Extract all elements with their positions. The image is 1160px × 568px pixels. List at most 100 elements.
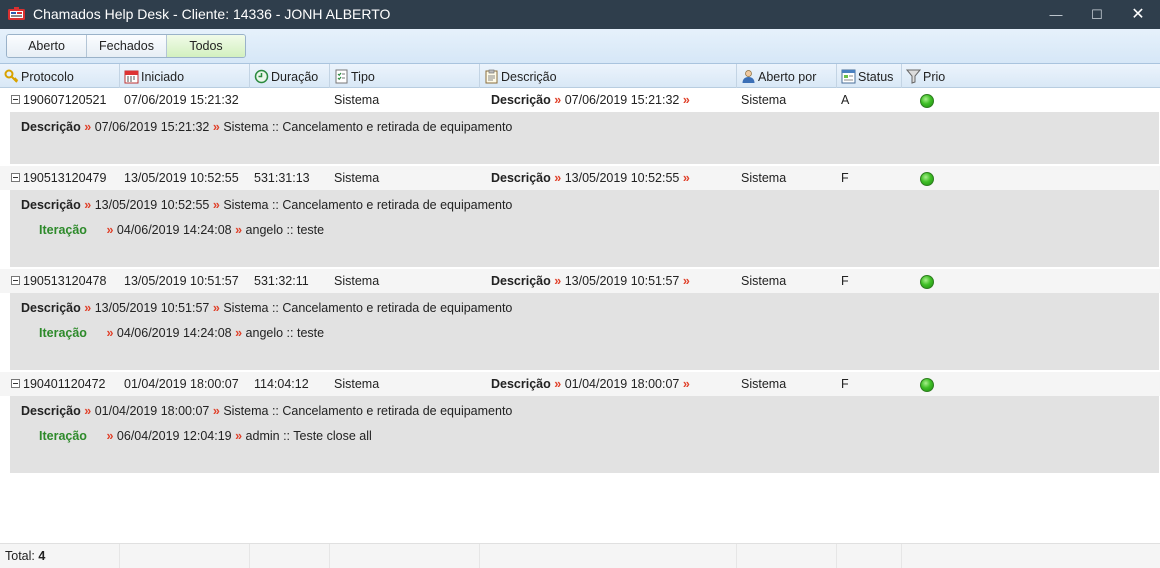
- detail-date: 13/05/2019 10:51:57: [94, 301, 210, 315]
- prio-cell: [902, 269, 962, 293]
- duracao-cell: 531:31:13: [254, 171, 310, 185]
- arrow-glyph: »: [84, 120, 92, 134]
- collapse-toggle-icon[interactable]: [11, 95, 20, 104]
- arrow-glyph: »: [212, 404, 220, 418]
- arrow-glyph: »: [106, 223, 114, 237]
- descricao-label: Descrição: [491, 171, 551, 185]
- arrow-glyph: »: [682, 274, 690, 288]
- filter-todos-button[interactable]: Todos: [167, 35, 245, 57]
- calendar-icon: [124, 70, 139, 84]
- filter-toolbar: Aberto Fechados Todos: [0, 29, 1160, 64]
- column-status-label: Status: [858, 70, 894, 84]
- footer-cell: Total: 4: [0, 544, 120, 568]
- iteracao-label: Iteração: [39, 429, 87, 443]
- protocolo-value: 190401120472: [23, 377, 106, 391]
- maximize-button[interactable]: ☐: [1077, 0, 1117, 29]
- iteracao-text: admin :: Teste close all: [245, 429, 372, 443]
- detail-text: Sistema :: Cancelamento e retirada de eq…: [223, 404, 513, 418]
- descricao-date: 13/05/2019 10:52:55: [564, 171, 680, 185]
- aberto-por-cell: Sistema: [741, 93, 787, 107]
- column-aberto-por[interactable]: Aberto por: [737, 64, 837, 88]
- aberto-por-cell: Sistema: [741, 377, 787, 391]
- total-value: 4: [38, 549, 46, 563]
- ticket-row[interactable]: 190513120478 13/05/2019 10:51:57 531:32:…: [0, 269, 1160, 293]
- clock-arrow-icon: [254, 69, 269, 84]
- ticket-row[interactable]: 190607120521 07/06/2019 15:21:32 Sistema…: [0, 88, 1160, 112]
- column-descricao[interactable]: Descrição: [480, 64, 737, 88]
- arrow-glyph: »: [84, 404, 92, 418]
- detail-label: Descrição: [21, 301, 81, 315]
- title-bar: Chamados Help Desk - Cliente: 14336 - JO…: [0, 0, 1160, 29]
- iteracao-date: 04/06/2019 14:24:08: [116, 223, 232, 237]
- column-descricao-label: Descrição: [501, 70, 557, 84]
- detail-descricao-line: Descrição » 01/04/2019 18:00:07 » Sistem…: [21, 404, 512, 418]
- minimize-button[interactable]: —: [1036, 0, 1076, 29]
- footer-cell: [250, 544, 330, 568]
- filter-aberto-button[interactable]: Aberto: [7, 35, 87, 57]
- priority-dot-icon: [920, 94, 934, 108]
- protocolo-value: 190513120479: [23, 171, 107, 185]
- aberto-por-cell: Sistema: [741, 171, 787, 185]
- detail-text: Sistema :: Cancelamento e retirada de eq…: [223, 301, 513, 315]
- arrow-glyph: »: [106, 326, 114, 340]
- detail-label: Descrição: [21, 120, 81, 134]
- arrow-glyph: »: [554, 274, 562, 288]
- collapse-toggle-icon[interactable]: [11, 173, 20, 182]
- protocolo-cell: 190401120472: [11, 372, 106, 396]
- column-duracao[interactable]: Duração: [250, 64, 330, 88]
- grid-header: Protocolo Iniciado Duração Tipo Descriçã…: [0, 64, 1160, 88]
- descricao-cell: Descrição » 07/06/2019 15:21:32 »: [491, 88, 690, 112]
- status-window-icon: [841, 69, 856, 84]
- aberto-por-cell: Sistema: [741, 274, 787, 288]
- priority-dot-icon: [920, 172, 934, 186]
- column-iniciado[interactable]: Iniciado: [120, 64, 250, 88]
- prio-cell: [902, 166, 962, 190]
- ticket-detail: Descrição » 13/05/2019 10:52:55 » Sistem…: [10, 190, 1159, 267]
- descricao-label: Descrição: [491, 274, 551, 288]
- descricao-date: 01/04/2019 18:00:07: [564, 377, 680, 391]
- grid-footer: Total: 4: [0, 543, 1160, 568]
- detail-text: Sistema :: Cancelamento e retirada de eq…: [223, 198, 513, 212]
- window-title: Chamados Help Desk - Cliente: 14336 - JO…: [33, 6, 391, 22]
- column-tipo[interactable]: Tipo: [330, 64, 480, 88]
- detail-date: 07/06/2019 15:21:32: [94, 120, 210, 134]
- collapse-toggle-icon[interactable]: [11, 276, 20, 285]
- duracao-cell: 531:32:11: [254, 274, 309, 288]
- column-iniciado-label: Iniciado: [141, 70, 185, 84]
- close-button[interactable]: ✕: [1118, 0, 1158, 29]
- arrow-glyph: »: [554, 93, 562, 107]
- arrow-glyph: »: [682, 171, 690, 185]
- detail-descricao-line: Descrição » 07/06/2019 15:21:32 » Sistem…: [21, 120, 512, 134]
- ticket-row[interactable]: 190401120472 01/04/2019 18:00:07 114:04:…: [0, 372, 1160, 396]
- app-icon: [8, 7, 25, 20]
- clipboard-icon: [485, 69, 498, 84]
- funnel-icon: [906, 69, 921, 84]
- collapse-toggle-icon[interactable]: [11, 379, 20, 388]
- total-label: Total:: [5, 549, 35, 563]
- tipo-cell: Sistema: [334, 377, 380, 391]
- checklist-icon: [335, 69, 348, 84]
- detail-date: 01/04/2019 18:00:07: [94, 404, 210, 418]
- iniciado-cell: 01/04/2019 18:00:07: [124, 377, 239, 391]
- status-filter-group: Aberto Fechados Todos: [6, 34, 246, 58]
- priority-dot-icon: [920, 275, 934, 289]
- ticket-detail: Descrição » 07/06/2019 15:21:32 » Sistem…: [10, 112, 1159, 164]
- protocolo-value: 190513120478: [23, 274, 107, 288]
- ticket-detail: Descrição » 01/04/2019 18:00:07 » Sistem…: [10, 396, 1159, 473]
- ticket-row[interactable]: 190513120479 13/05/2019 10:52:55 531:31:…: [0, 166, 1160, 190]
- detail-label: Descrição: [21, 198, 81, 212]
- status-cell: F: [841, 274, 849, 288]
- detail-text: Sistema :: Cancelamento e retirada de eq…: [223, 120, 513, 134]
- column-duracao-label: Duração: [271, 70, 319, 84]
- column-protocolo[interactable]: Protocolo: [0, 64, 120, 88]
- iniciado-cell: 07/06/2019 15:21:32: [124, 93, 239, 107]
- arrow-glyph: »: [84, 301, 92, 315]
- column-status[interactable]: Status: [837, 64, 902, 88]
- descricao-cell: Descrição » 13/05/2019 10:51:57 »: [491, 269, 690, 293]
- iteracao-label: Iteração: [39, 223, 87, 237]
- filter-fechados-button[interactable]: Fechados: [87, 35, 167, 57]
- column-prio[interactable]: Prio: [902, 64, 1160, 88]
- footer-cell: [837, 544, 902, 568]
- footer-cell: [120, 544, 250, 568]
- protocolo-cell: 190513120478: [11, 269, 106, 293]
